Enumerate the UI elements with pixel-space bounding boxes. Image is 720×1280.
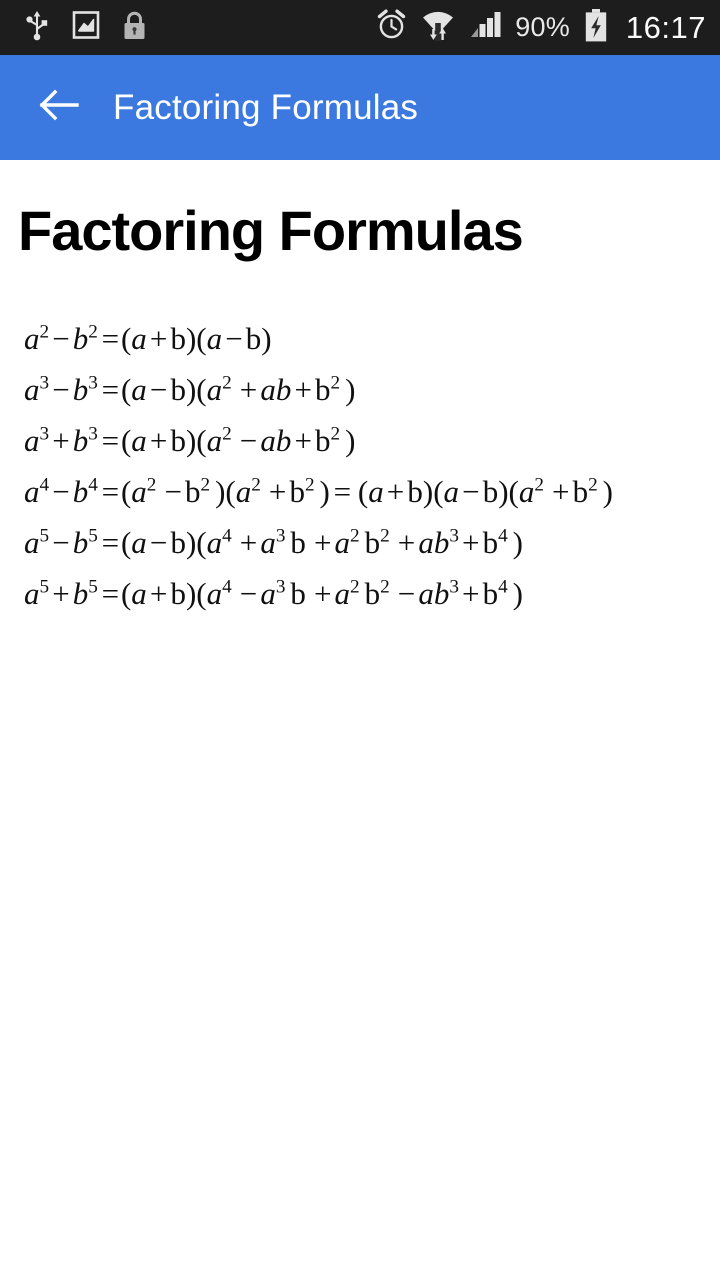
app-bar: Factoring Formulas: [0, 55, 720, 160]
status-bar-right-icons: 90% 16:17: [376, 8, 706, 47]
battery-charging-icon: [584, 8, 608, 47]
formula-list: a2−b2 =(a+b)(a−b) a3−b3 =(a−b)(a2 +ab+b2) a…: [18, 313, 702, 619]
alarm-icon: [376, 9, 407, 46]
content-area: Factoring Formulas a2−b2 =(a+b)(a−b) a3−b…: [0, 160, 720, 1280]
battery-percent-label: 90%: [515, 12, 570, 42]
status-bar: 90% 16:17: [0, 0, 720, 55]
formula-difference-of-fourth-powers: a4−b4 =(a2 −b2)(a2 +b2) = (a+b)(a−b)(a2 +b2): [24, 473, 613, 509]
formula-difference-of-cubes: a3−b3 =(a−b)(a2 +ab+b2): [24, 371, 356, 407]
lock-icon: [122, 10, 147, 46]
status-bar-left-icons: [24, 9, 147, 46]
clock-label: 16:17: [625, 10, 706, 45]
app-bar-title: Factoring Formulas: [113, 87, 419, 127]
usb-icon: [24, 9, 50, 46]
formula-sum-of-fifth-powers: a5+b5 =(a+b)(a4 −a3 b +a2 b2 −ab3+b4): [24, 575, 523, 611]
signal-icon: [469, 10, 501, 45]
arrow-left-icon: [38, 85, 82, 130]
wifi-icon: [421, 9, 455, 46]
formula-sum-of-cubes: a3+b3 =(a+b)(a2 −ab+b2): [24, 422, 356, 458]
back-button[interactable]: [36, 84, 84, 132]
formula-difference-of-fifth-powers: a5−b5 =(a−b)(a4 +a3 b +a2 b2 +ab3+b4): [24, 524, 523, 560]
formula-difference-of-squares: a2−b2 =(a+b)(a−b): [24, 320, 272, 356]
screenshot-icon: [72, 10, 100, 45]
page-title: Factoring Formulas: [18, 199, 524, 262]
